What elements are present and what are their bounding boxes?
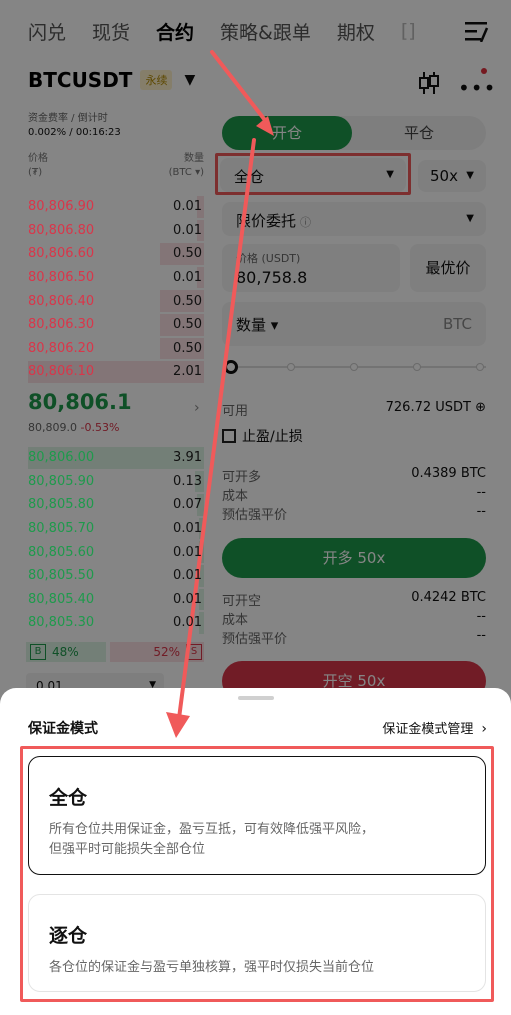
bid-qty: 0.13 <box>173 473 202 489</box>
bid-price: 80,805.80 <box>28 497 95 513</box>
ask-qty: 0.01 <box>173 270 202 286</box>
bid-price: 80,805.60 <box>28 544 95 560</box>
chevron-right-icon: › <box>481 721 487 737</box>
ask-qty: 0.50 <box>173 317 202 333</box>
bid-qty: 0.07 <box>173 497 202 513</box>
bid-qty: 0.01 <box>173 615 202 631</box>
sheet-handle[interactable] <box>238 696 274 700</box>
ask-price: 80,806.30 <box>28 317 95 333</box>
ask-price: 80,806.20 <box>28 340 95 356</box>
sheet-title: 保证金模式 <box>28 721 98 737</box>
bid-price: 80,805.40 <box>28 591 95 607</box>
ask-price: 80,806.60 <box>28 246 95 262</box>
bid-price: 80,805.70 <box>28 521 95 537</box>
bid-qty: 0.01 <box>173 521 202 537</box>
ask-qty: 0.50 <box>173 293 202 309</box>
ask-price: 80,806.10 <box>28 364 95 380</box>
bid-price: 80,805.90 <box>28 473 95 489</box>
ask-qty: 0.50 <box>173 340 202 356</box>
bid-qty: 3.91 <box>173 450 202 466</box>
bid-qty: 0.01 <box>173 544 202 560</box>
margin-mode-manage-link[interactable]: 保证金模式管理 › <box>382 718 487 737</box>
ask-price: 80,806.90 <box>28 199 95 215</box>
ask-qty: 2.01 <box>173 364 202 380</box>
ask-price: 80,806.50 <box>28 270 95 286</box>
ask-qty: 0.50 <box>173 246 202 262</box>
bid-qty: 0.01 <box>173 591 202 607</box>
ask-qty: 0.01 <box>173 199 202 215</box>
ask-price: 80,806.40 <box>28 293 95 309</box>
ask-qty: 0.01 <box>173 222 202 238</box>
bid-price: 80,805.50 <box>28 568 95 584</box>
bid-price: 80,806.00 <box>28 450 95 466</box>
bid-price: 80,805.30 <box>28 615 95 631</box>
ask-price: 80,806.80 <box>28 222 95 238</box>
annotation-highlight-options <box>20 746 494 1002</box>
margin-mode-sheet: 保证金模式 保证金模式管理 › 全仓 所有仓位共用保证金，盈亏互抵，可有效降低强平… <box>0 688 511 1015</box>
bid-qty: 0.01 <box>173 568 202 584</box>
